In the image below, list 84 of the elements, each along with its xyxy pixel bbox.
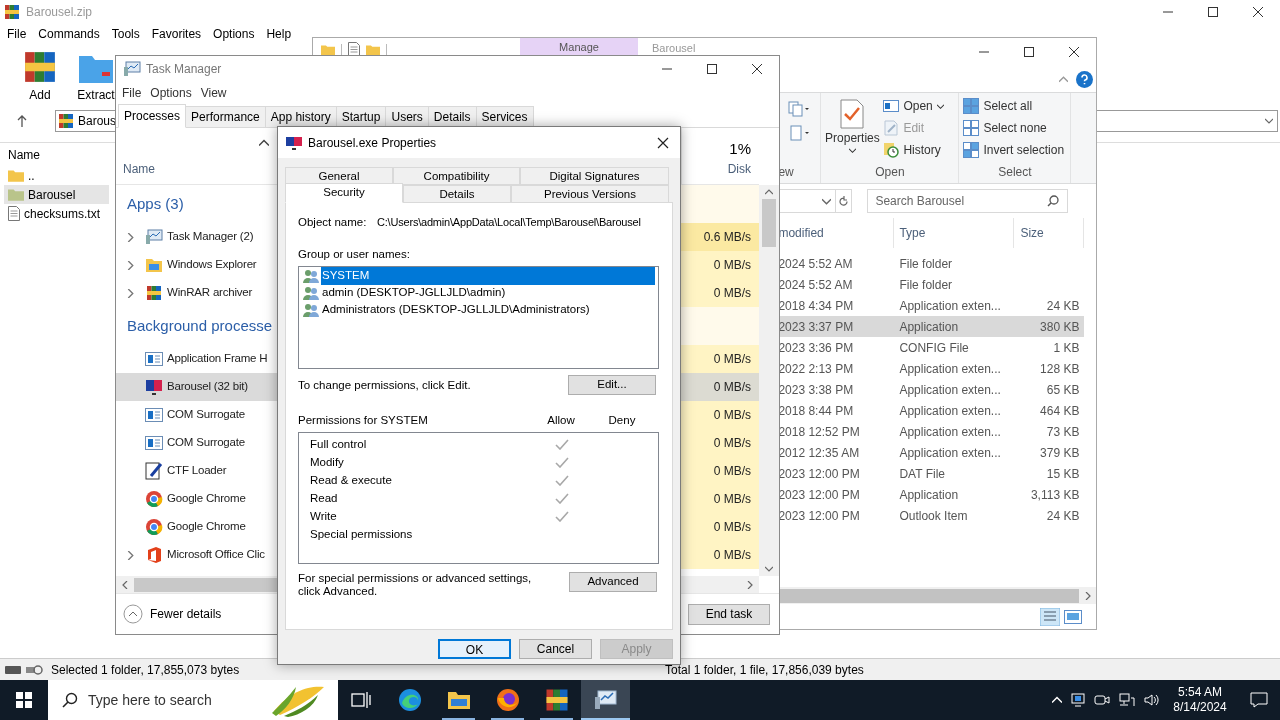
process-name: Google Chrome [167,491,246,507]
disk-cell: 0 MB/s [681,373,759,401]
date-cell-text: 2023 3:38 PM [778,381,855,399]
object-path: C:\Users\admin\AppData\Local\Temp\Barousel\Barousel [377,215,641,230]
disk-cell: 0 MB/s [681,513,759,541]
type-cell-text: CONFIG File [898,339,970,357]
process-name: Windows Explorer [167,257,257,273]
permission-name: Full control [310,436,368,452]
size-cell-text: 380 KB [1039,318,1081,336]
dialog-title: Barousel.exe Properties [308,134,437,152]
type-cell-text: Application exten... [898,402,1002,420]
size-cell-text: 15 KB [1045,465,1081,483]
size-cell-text: 65 KB [1045,381,1081,399]
disk-cell: 0 MB/s [681,279,759,307]
disk-cell: 0 MB/s [681,251,759,279]
date-cell-text: 2018 4:34 PM [778,297,855,315]
process-name: COM Surrogate [167,407,245,423]
ribbon-group-label: Open [874,164,906,181]
type-cell-text: Application exten... [898,360,1002,378]
date-cell-text: 2023 3:36 PM [778,339,855,357]
size-cell-text: 1 KB [1052,339,1081,357]
column-header: Deny [607,412,637,428]
process-name: Google Chrome [167,519,246,535]
window-title: Barousel [652,41,696,55]
disk-cell: 0 MB/s [681,345,759,373]
size-cell-text: 3,113 KB [1029,486,1081,504]
type-cell-text: File folder [898,255,954,273]
date-cell-text: 2018 8:44 PM [778,402,855,420]
type-cell-text: Application [898,318,960,336]
process-name: WinRAR archiver [167,285,253,301]
date-cell-text: 2012 12:35 AM [778,444,861,462]
size-cell-text: 464 KB [1039,402,1081,420]
process-name: CTF Loader [167,463,227,479]
type-cell-text: Application exten... [898,381,1002,399]
column-header: Allow [546,412,576,428]
permission-name: Modify [310,454,345,470]
permission-name: Write [310,508,338,524]
type-cell-text: Outlook Item [898,507,969,525]
hint-text: To change permissions, click Edit. [298,377,472,393]
type-cell-text: Application exten... [898,297,1002,315]
date-cell-text: 2024 5:52 AM [778,276,854,294]
disk-cell: 0 MB/s [681,485,759,513]
date-cell-text: 2023 12:00 PM [778,465,861,483]
size-cell-text: 128 KB [1039,360,1081,378]
permission-name: Read [310,490,339,506]
type-cell-text: Application exten... [898,444,1002,462]
field-label: Permissions for SYSTEM [298,412,429,428]
ribbon-group-label: Select [997,164,1033,181]
type-cell-text: Application [898,486,960,504]
group-heading: Apps (3) [127,193,184,214]
process-name: COM Surrogate [167,435,245,451]
type-cell-text: Application exten... [898,423,1002,441]
status-text: Total 1 folder, 1 file, 17,856,039 bytes [665,661,864,679]
window-title: Task Manager [146,61,222,78]
date-cell-text: 2023 12:00 PM [778,486,861,504]
column-header: Name [8,147,40,164]
disk-cell: 0 MB/s [681,541,759,569]
size-cell-text: 73 KB [1045,423,1081,441]
disk-cell: 0 MB/s [681,401,759,429]
size-cell-text: 24 KB [1045,297,1081,315]
date-cell-text: 2023 12:00 PM [778,507,861,525]
process-name: Barousel (32 bit) [167,379,248,395]
type-cell-text: DAT File [898,465,946,483]
field-label: Group or user names: [298,247,411,263]
process-name: Microsoft Office Clic [167,547,265,563]
field-label: Object name: [298,215,368,230]
disk-cell: 0 MB/s [681,429,759,457]
date-cell-text: 2022 2:13 PM [778,360,855,378]
disk-cell: 0.6 MB/s [681,223,759,251]
permission-name: Read & execute [310,472,393,488]
process-name: Application Frame H [167,351,268,367]
date-cell-text: 2018 12:52 PM [778,423,861,441]
hint-text: For special permissions or advanced settings, click Advanced. [298,571,533,598]
size-cell-text: 379 KB [1039,444,1081,462]
permission-name: Special permissions [310,526,414,542]
group-heading: Background processe [127,315,273,336]
window-title: Barousel.zip [26,4,93,21]
disk-cell: 0 MB/s [681,457,759,485]
status-text: Selected 1 folder, 17,855,073 bytes [51,661,240,679]
type-cell-text: File folder [898,276,954,294]
process-name: Task Manager (2) [167,229,254,245]
date-cell-text: 2024 5:52 AM [778,255,854,273]
date-cell-text: 2023 3:37 PM [778,318,855,336]
size-cell-text: 24 KB [1045,507,1081,525]
